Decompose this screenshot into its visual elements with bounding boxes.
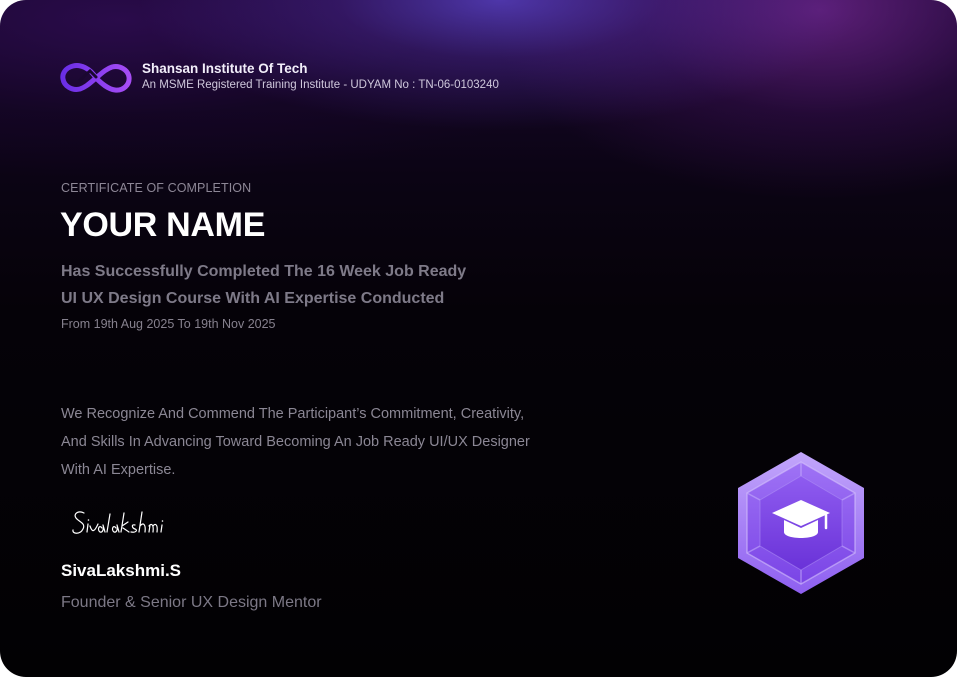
recognition-text: We Recognize And Commend The Participant… bbox=[61, 400, 530, 484]
recognition-line: With AI Expertise. bbox=[61, 462, 176, 478]
course-dates: From 19th Aug 2025 To 19th Nov 2025 bbox=[61, 317, 276, 331]
institute-registration: An MSME Registered Training Institute - … bbox=[142, 79, 499, 91]
handwritten-signature bbox=[72, 511, 164, 534]
certificate-label: CERTIFICATE OF COMPLETION bbox=[61, 181, 252, 195]
recipient-name: YOUR NAME bbox=[60, 206, 266, 244]
signatory-title: Founder & Senior UX Design Mentor bbox=[61, 594, 322, 611]
institute-name: Shansan Institute Of Tech bbox=[142, 61, 308, 76]
signatory-name: SivaLakshmi.S bbox=[61, 561, 182, 580]
graduation-cap-icon bbox=[738, 452, 864, 594]
course-line: Has Successfully Completed The 16 Week J… bbox=[61, 263, 467, 280]
infinity-logo-icon bbox=[60, 63, 132, 93]
recognition-line: We Recognize And Commend The Participant… bbox=[61, 406, 525, 422]
course-line: UI UX Design Course With AI Expertise Co… bbox=[61, 290, 445, 307]
certificate-card: Shansan Institute Of Tech An MSME Regist… bbox=[0, 0, 957, 677]
recognition-line: And Skills In Advancing Toward Becoming … bbox=[61, 434, 530, 450]
course-description: Has Successfully Completed The 16 Week J… bbox=[61, 258, 466, 312]
